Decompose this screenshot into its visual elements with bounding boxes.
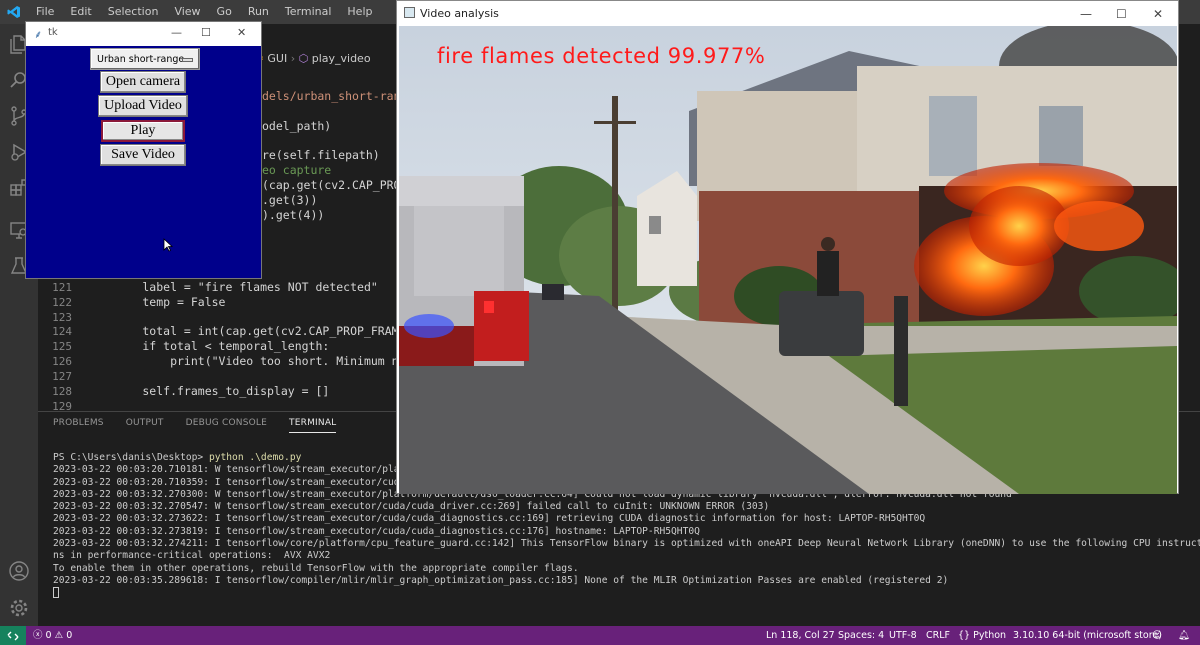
tab-debug-console[interactable]: DEBUG CONSOLE (186, 418, 267, 433)
tk-window: ⸙ tk — ☐ ✕ Urban short-range Open camera… (25, 21, 262, 279)
menu-help[interactable]: Help (339, 0, 380, 24)
terminal-command: python .\demo.py (208, 452, 302, 463)
code-line: print("Video too short. Minimum number (87, 354, 434, 368)
mouse-pointer-icon (163, 238, 173, 252)
open-camera-button[interactable]: Open camera (100, 71, 186, 93)
breadcrumb-class[interactable]: GUI (267, 52, 287, 65)
terminal-line: 2023-03-22 00:03:35.289618: I tensorflow… (53, 574, 949, 586)
minimize-icon[interactable]: — (1080, 7, 1092, 21)
terminal-line: To enable them in other operations, rebu… (53, 562, 579, 574)
tab-output[interactable]: OUTPUT (126, 418, 164, 433)
model-select-value: Urban short-range (97, 53, 185, 65)
save-video-button[interactable]: Save Video (100, 144, 186, 166)
tk-title: tk (48, 27, 58, 38)
code-fragment: ).get(4)) (262, 208, 325, 222)
code-line: label = "fire flames NOT detected" (87, 280, 378, 294)
language-label: Python (973, 630, 1007, 641)
notifications-bell-icon[interactable]: 🔔︎ (1178, 626, 1190, 645)
panel-tabs: PROBLEMS OUTPUT DEBUG CONSOLE TERMINAL (53, 418, 358, 433)
indentation[interactable]: Spaces: 4 (838, 626, 884, 645)
remote-indicator-icon[interactable] (0, 626, 26, 645)
line-number: 121 (52, 281, 72, 294)
line-number: 127 (52, 370, 72, 383)
encoding[interactable]: UTF-8 (889, 626, 917, 645)
terminal-line: 2023-03-22 00:03:32.274211: I tensorflow… (53, 538, 1200, 550)
video-frame-image (399, 26, 1177, 494)
play-button[interactable]: Play (101, 120, 185, 142)
breadcrumb[interactable]: ⚙ GUI › ⬡ play_video (254, 52, 371, 65)
accounts-icon[interactable] (7, 559, 31, 583)
line-number: 128 (52, 385, 72, 398)
code-fragment: odel_path) (262, 119, 332, 133)
line-ending[interactable]: CRLF (926, 626, 950, 645)
terminal-line: 2023-03-22 00:03:32.270547: W tensorflow… (53, 501, 770, 513)
code-line: temp = False (87, 295, 226, 309)
braces-icon: {} (958, 630, 971, 641)
warning-icon: ⚠ (54, 630, 64, 641)
breadcrumb-method[interactable]: play_video (312, 52, 371, 65)
line-number: 126 (52, 355, 72, 368)
desktop: File Edit Selection View Go Run Terminal… (0, 0, 1200, 645)
terminal-line: 2023-03-22 00:03:32.273819: I tensorflow… (53, 525, 700, 537)
code-fragment: re(self.filepath) (262, 148, 380, 162)
cursor-position[interactable]: Ln 118, Col 27 (766, 626, 835, 645)
warning-count: 0 (66, 630, 73, 641)
python-interpreter[interactable]: 3.10.10 64-bit (microsoft store) (1013, 626, 1162, 645)
tab-problems[interactable]: PROBLEMS (53, 418, 104, 433)
status-bar: ⓧ 0 ⚠ 0 Ln 118, Col 27 Spaces: 4 UTF-8 C… (0, 626, 1200, 645)
video-titlebar[interactable]: Video analysis — ☐ ✕ (397, 1, 1178, 26)
code-fragment: eo capture (262, 163, 332, 177)
error-icon: ⓧ (33, 630, 43, 641)
code-line: total = int(cap.get(cv2.CAP_PROP_FRAME_C… (87, 324, 441, 338)
close-icon[interactable]: ✕ (237, 26, 246, 39)
maximize-icon[interactable]: ☐ (201, 26, 211, 39)
problems-status[interactable]: ⓧ 0 ⚠ 0 (33, 626, 72, 645)
line-number: 129 (52, 400, 72, 411)
terminal-prompt: PS C:\Users\danis\Desktop> (53, 452, 209, 463)
settings-gear-icon[interactable] (7, 596, 31, 620)
code-fragment: .get(3)) (262, 193, 318, 207)
terminal-line: ns in performance-critical operations: A… (53, 550, 331, 562)
video-frame: fire flames detected 99.977% (399, 26, 1177, 494)
tab-terminal[interactable]: TERMINAL (289, 418, 337, 433)
upload-video-button[interactable]: Upload Video (98, 95, 188, 117)
option-menu-indicator-icon (182, 58, 193, 62)
terminal-line: 2023-03-22 00:03:32.273622: I tensorflow… (53, 513, 926, 525)
feedback-icon[interactable]: ☺ (1152, 626, 1162, 645)
language-mode[interactable]: {} Python (958, 626, 1006, 645)
video-analysis-window: Video analysis — ☐ ✕ fire flames detecte… (396, 0, 1179, 494)
tk-titlebar[interactable]: ⸙ tk — ☐ ✕ (26, 22, 261, 46)
terminal-cursor (53, 587, 59, 599)
feather-icon: ⸙ (34, 28, 43, 41)
maximize-icon[interactable]: ☐ (1116, 7, 1127, 21)
line-number: 122 (52, 296, 72, 309)
detection-label: fire flames detected 99.977% (437, 44, 766, 68)
code-line: if total < temporal_length: (87, 339, 330, 353)
close-icon[interactable]: ✕ (1153, 7, 1163, 21)
window-app-icon (404, 7, 415, 18)
model-select[interactable]: Urban short-range (90, 48, 200, 70)
line-number: 124 (52, 325, 72, 338)
line-number: 125 (52, 340, 72, 353)
video-window-title: Video analysis (420, 7, 499, 20)
menu-terminal[interactable]: Terminal (277, 0, 340, 24)
minimize-icon[interactable]: — (171, 26, 182, 39)
vscode-logo-icon (0, 0, 28, 24)
code-line: self.frames_to_display = [] (87, 384, 330, 398)
error-count: 0 (45, 630, 52, 641)
line-number: 123 (52, 311, 72, 324)
